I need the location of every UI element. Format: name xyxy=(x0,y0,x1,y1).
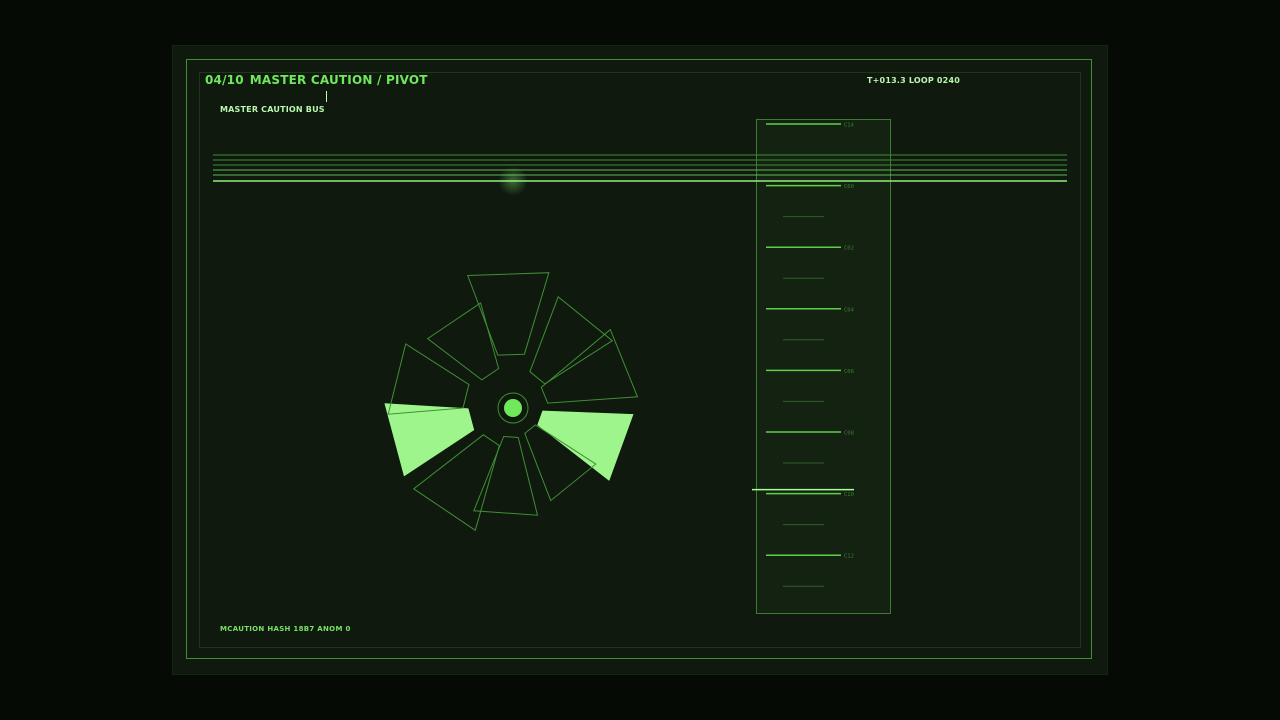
bus-glow xyxy=(498,166,528,196)
rotor-segment xyxy=(466,272,550,356)
ladder-tick-label: C12 xyxy=(844,554,854,560)
rotor-segment xyxy=(387,343,470,415)
rotor-hub xyxy=(504,399,522,417)
caution-bus xyxy=(213,154,1067,182)
ladder-tick-label: C04 xyxy=(844,307,855,313)
rotor-segment-lit xyxy=(537,410,634,481)
pivot-rotor xyxy=(384,272,639,532)
ladder-panel xyxy=(756,119,891,614)
rotor-segment xyxy=(529,295,614,385)
ladder-tick-label: C08 xyxy=(844,431,854,437)
ladder-tick-label: C02 xyxy=(844,246,854,252)
rotor-segment-lit xyxy=(384,403,475,477)
ladder-tick-label: C06 xyxy=(844,369,854,375)
instrument-canvas: C14 C00 C02 C04 C06 C08 C10 C12 xyxy=(213,119,1067,614)
rotor-segment xyxy=(540,328,639,404)
caution-ladder: C14 C00 C02 C04 C06 C08 C10 C12 xyxy=(752,119,891,614)
ladder-tick-label: C00 xyxy=(844,184,854,190)
ladder-tick-label: C14 xyxy=(844,123,855,129)
ladder-tick-label: C10 xyxy=(844,492,854,498)
rotor-segment xyxy=(426,302,500,381)
